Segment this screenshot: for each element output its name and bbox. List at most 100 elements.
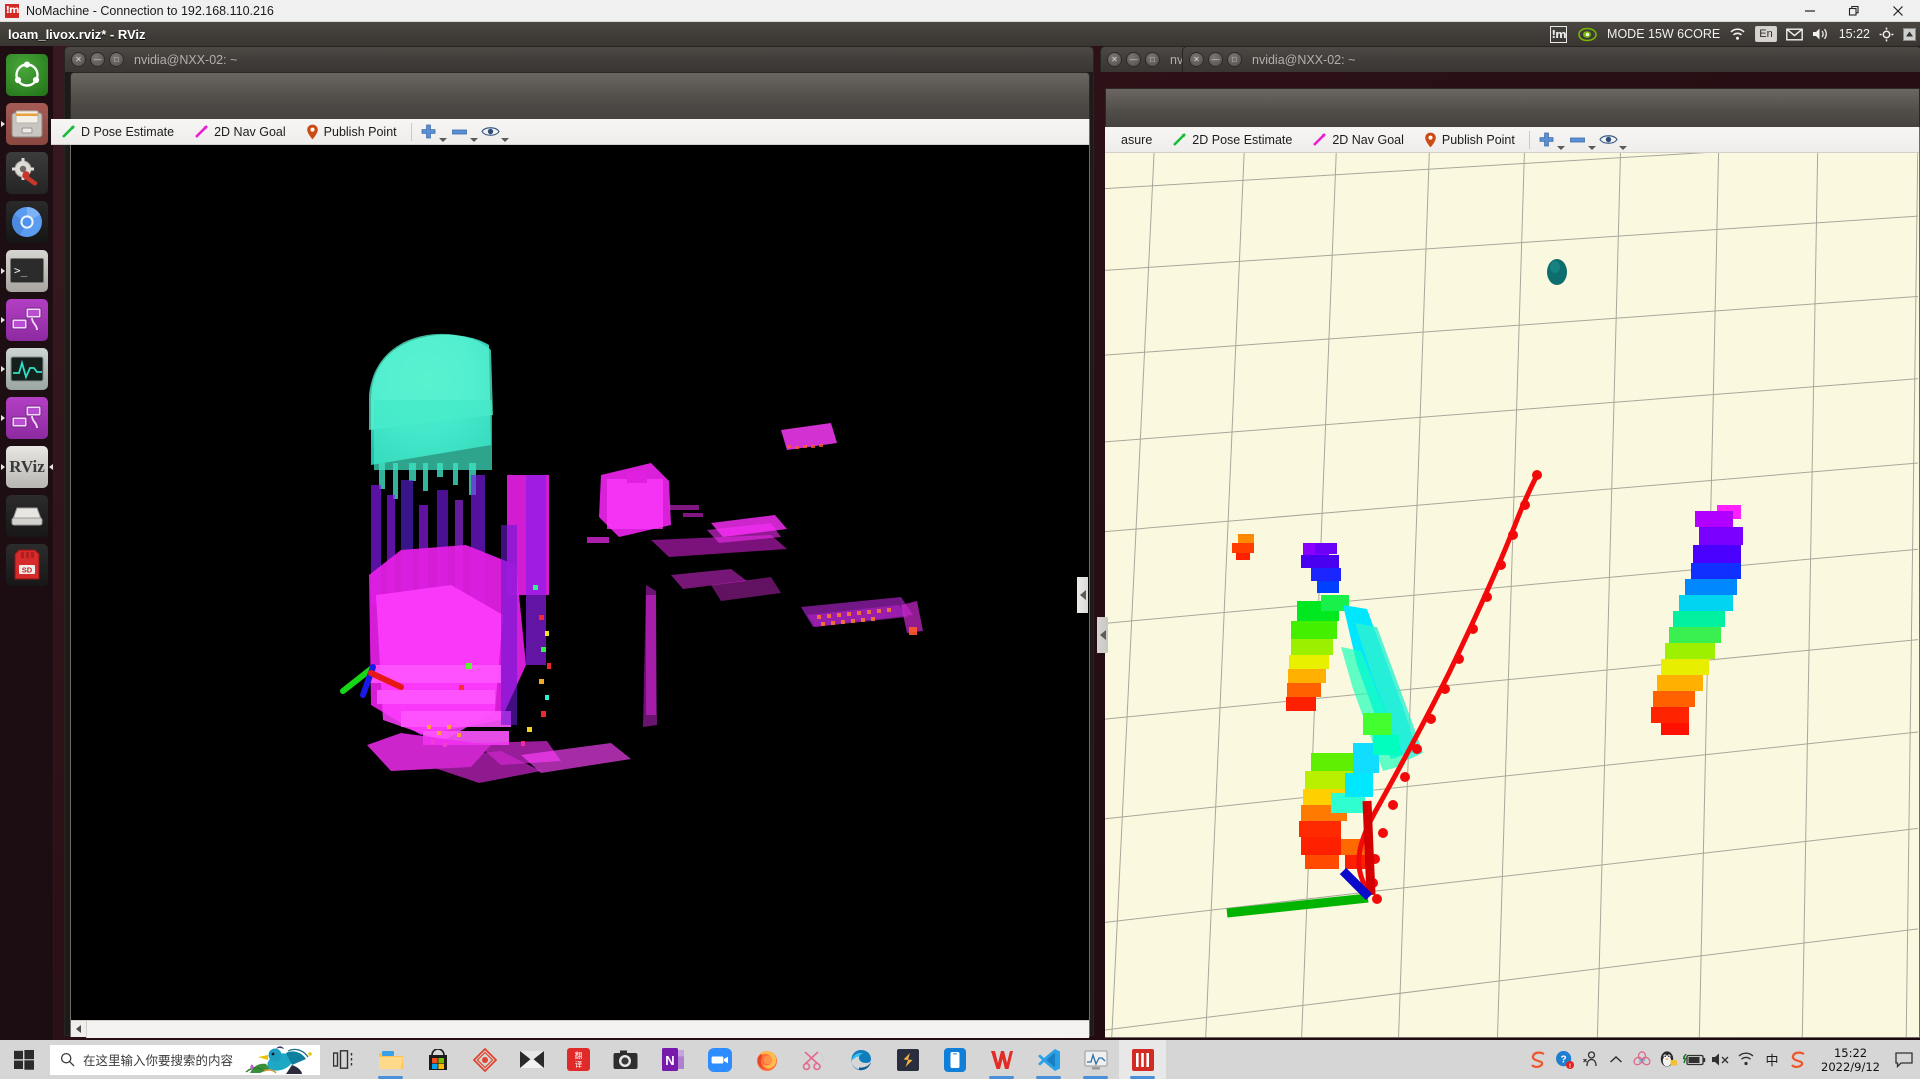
launcher-item-system-settings[interactable] bbox=[0, 148, 54, 197]
restore-button[interactable] bbox=[1832, 0, 1876, 22]
taskbar-item-snip[interactable] bbox=[790, 1040, 837, 1079]
zoom-out-dropdown-caret-icon[interactable] bbox=[1587, 146, 1596, 150]
tool-2d-pose-estimate[interactable]: 2D Pose Estimate bbox=[1162, 127, 1302, 152]
tray-show-hidden[interactable] bbox=[1603, 1040, 1629, 1079]
chromium-icon bbox=[12, 206, 42, 237]
taskbar-item-zoom[interactable] bbox=[696, 1040, 743, 1079]
taskbar-item-explorer[interactable] bbox=[367, 1040, 414, 1079]
close-button[interactable]: ✕ bbox=[1189, 52, 1204, 67]
rviz-window-left[interactable]: D Pose Estimate 2D Nav Goal Publish Poin… bbox=[51, 72, 1090, 1038]
focus-dropdown-caret-icon[interactable] bbox=[1618, 146, 1627, 150]
tray-ime-mode[interactable]: 中 bbox=[1759, 1040, 1785, 1079]
nomachine-indicator[interactable]: !m bbox=[1550, 25, 1568, 43]
launcher-item-chromium[interactable] bbox=[0, 197, 54, 246]
action-center-button[interactable] bbox=[1890, 1040, 1918, 1079]
rviz-right-3d-view[interactable] bbox=[1105, 153, 1919, 1037]
battery-charging-icon bbox=[1682, 1053, 1705, 1065]
tool-publish-point[interactable]: Publish Point bbox=[296, 119, 407, 144]
tool-2d-nav-goal[interactable]: 2D Nav Goal bbox=[1302, 127, 1414, 152]
launcher-item-terminal[interactable]: >_ bbox=[0, 246, 54, 295]
maximize-button[interactable]: □ bbox=[109, 52, 124, 67]
minimize-button[interactable]: — bbox=[1208, 52, 1223, 67]
launcher-item-rqt-graph[interactable] bbox=[0, 295, 54, 344]
taskbar-item-wps[interactable] bbox=[978, 1040, 1025, 1079]
tray-network[interactable] bbox=[1733, 1040, 1759, 1079]
mail-indicator[interactable] bbox=[1785, 28, 1803, 41]
taskbar-item-vscode[interactable] bbox=[1025, 1040, 1072, 1079]
launcher-item-rviz[interactable]: RViz bbox=[0, 442, 54, 491]
network-nodes-icon bbox=[11, 405, 42, 428]
taskbar-item-onenote[interactable]: N bbox=[649, 1040, 696, 1079]
launcher-item-sd-card[interactable]: SD bbox=[0, 540, 54, 589]
taskbar-item-phone-link[interactable] bbox=[931, 1040, 978, 1079]
panel-caret[interactable] bbox=[1903, 27, 1916, 41]
rviz-left-3d-view[interactable] bbox=[71, 145, 1089, 1020]
tool-2d-pose-estimate[interactable]: D Pose Estimate bbox=[51, 119, 184, 144]
tray-battery[interactable] bbox=[1681, 1040, 1707, 1079]
maximize-button[interactable]: □ bbox=[1227, 52, 1242, 67]
terminal-window-1-titlebar[interactable]: ✕ — □ nvidia@NXX-02: ~ bbox=[64, 46, 1094, 72]
volume-mute-icon bbox=[1711, 1053, 1728, 1066]
tray-sogou-2[interactable] bbox=[1785, 1040, 1811, 1079]
tray-help-badge[interactable]: ? ! bbox=[1551, 1040, 1577, 1079]
minimize-button[interactable] bbox=[1788, 0, 1832, 22]
taskbar-item-youdao[interactable]: 翻 译 bbox=[555, 1040, 602, 1079]
scrollbar-track[interactable] bbox=[87, 1020, 1089, 1038]
tray-people[interactable] bbox=[1577, 1040, 1603, 1079]
rviz-right-panel-collapse-handle[interactable] bbox=[1097, 617, 1108, 653]
taskbar-item-firefox[interactable] bbox=[743, 1040, 790, 1079]
launcher-item-disk[interactable] bbox=[0, 491, 54, 540]
zoom-in-dropdown-caret-icon[interactable] bbox=[1556, 146, 1565, 150]
tool-publish-point[interactable]: Publish Point bbox=[1414, 127, 1525, 152]
nomachine-app-icon: !m bbox=[5, 3, 19, 18]
nvidia-indicator[interactable] bbox=[1576, 27, 1598, 42]
tray-qq[interactable] bbox=[1655, 1040, 1681, 1079]
focus-dropdown-caret-icon[interactable] bbox=[500, 138, 509, 142]
power-mode-label[interactable]: MODE 15W 6CORE bbox=[1607, 27, 1720, 41]
start-button[interactable] bbox=[0, 1040, 48, 1079]
taskbar-item-nomachine[interactable] bbox=[1119, 1040, 1166, 1079]
terminal-window-3-titlebar[interactable]: ✕ — □ nvidia@NXX-02: ~ bbox=[1182, 46, 1920, 72]
settings-indicator[interactable] bbox=[1879, 27, 1894, 42]
taskbar-item-monitor-app[interactable] bbox=[1072, 1040, 1119, 1079]
tool-2d-nav-goal[interactable]: 2D Nav Goal bbox=[184, 119, 296, 144]
taskbar-item-store[interactable] bbox=[414, 1040, 461, 1079]
taskbar-item-edge[interactable] bbox=[837, 1040, 884, 1079]
tray-antivirus[interactable]: AV bbox=[1629, 1040, 1655, 1079]
scroll-left-button[interactable] bbox=[71, 1020, 87, 1038]
taskbar-item-task-view[interactable] bbox=[320, 1040, 367, 1079]
taskbar-clock[interactable]: 15:22 2022/9/12 bbox=[1811, 1046, 1890, 1074]
taskbar-item-camera[interactable] bbox=[602, 1040, 649, 1079]
tray-volume-muted[interactable] bbox=[1707, 1040, 1733, 1079]
language-indicator[interactable]: En bbox=[1755, 26, 1777, 42]
tool-measure[interactable]: asure bbox=[1105, 127, 1162, 152]
minimize-button[interactable]: — bbox=[90, 52, 105, 67]
zoom-out-dropdown-caret-icon[interactable] bbox=[469, 138, 478, 142]
eye-icon bbox=[1599, 135, 1619, 144]
minimize-button[interactable]: — bbox=[1126, 52, 1141, 67]
rviz-left-panel-collapse-handle[interactable] bbox=[1077, 577, 1088, 613]
close-button[interactable] bbox=[1876, 0, 1920, 22]
maximize-button[interactable]: □ bbox=[1145, 52, 1160, 67]
launcher-item-system-monitor[interactable] bbox=[0, 344, 54, 393]
nomachine-icon bbox=[1131, 1048, 1154, 1071]
svg-text:!: ! bbox=[1568, 1063, 1570, 1069]
close-button[interactable]: ✕ bbox=[71, 52, 86, 67]
terminal-window-3[interactable]: ✕ — □ nvidia@NXX-02: ~ bbox=[1182, 46, 1920, 86]
rviz-left-horizontal-scrollbar[interactable] bbox=[71, 1020, 1089, 1038]
zoom-in-dropdown-caret-icon[interactable] bbox=[438, 138, 447, 142]
launcher-item-files[interactable] bbox=[0, 99, 54, 148]
taskbar-item-mail[interactable] bbox=[508, 1040, 555, 1079]
tray-sogou-input[interactable] bbox=[1525, 1040, 1551, 1079]
volume-indicator[interactable] bbox=[1812, 27, 1830, 41]
launcher-item-rqt-2[interactable] bbox=[0, 393, 54, 442]
rviz-window-right[interactable]: asure 2D Pose Estimate 2D Nav Goal Publi… bbox=[1105, 88, 1920, 1038]
close-button[interactable]: ✕ bbox=[1107, 52, 1122, 67]
taskbar-item-sublime[interactable] bbox=[884, 1040, 931, 1079]
taskbar-search-box[interactable]: 在这里输入你要搜索的内容 bbox=[50, 1044, 320, 1075]
toolbar-separator bbox=[410, 122, 412, 141]
launcher-item-ubuntu-dash[interactable] bbox=[0, 50, 54, 99]
taskbar-item-wps-shield[interactable] bbox=[461, 1040, 508, 1079]
panel-clock[interactable]: 15:22 bbox=[1839, 27, 1870, 41]
wifi-indicator[interactable] bbox=[1729, 27, 1746, 41]
